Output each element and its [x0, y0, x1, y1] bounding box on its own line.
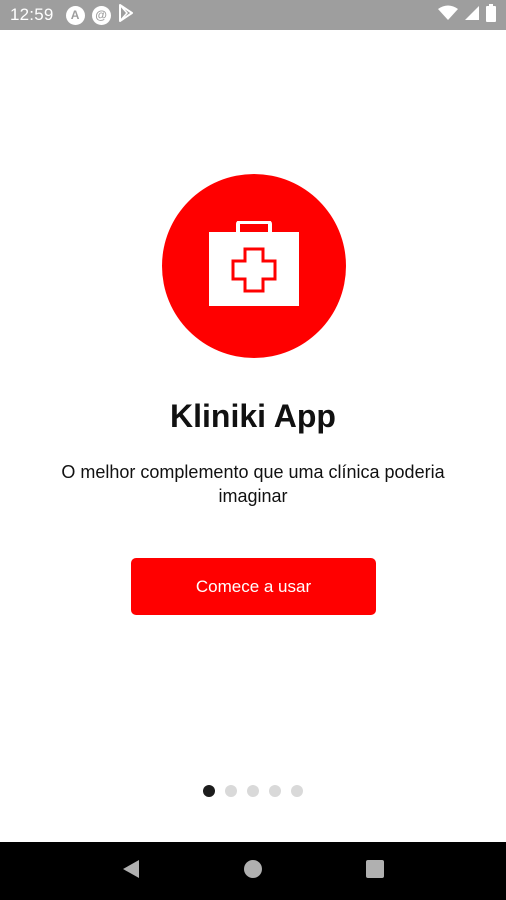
- page-dot-5[interactable]: [291, 785, 303, 797]
- android-notification-icon: A: [65, 5, 85, 25]
- play-store-icon: [118, 3, 134, 27]
- battery-icon: [486, 3, 496, 27]
- page-dot-2[interactable]: [225, 785, 237, 797]
- app-title: Kliniki App: [170, 398, 336, 434]
- onboarding-screen: Kliniki App O melhor complemento que uma…: [0, 30, 506, 842]
- notification-icons: A @: [65, 3, 134, 27]
- app-subtitle: O melhor complemento que uma clínica pod…: [61, 462, 445, 506]
- page-dot-4[interactable]: [269, 785, 281, 797]
- cell-signal-icon: [464, 5, 480, 26]
- page-dot-3[interactable]: [247, 785, 259, 797]
- wifi-icon: [438, 5, 458, 26]
- app-logo: [162, 174, 346, 358]
- start-button[interactable]: Comece a usar: [131, 558, 376, 615]
- system-status-icons: [438, 3, 496, 27]
- medical-kit-icon: [208, 219, 300, 312]
- status-bar: 12:59 A @: [0, 0, 506, 30]
- home-button[interactable]: [233, 851, 273, 891]
- back-button[interactable]: [111, 851, 151, 891]
- recents-icon: [366, 859, 384, 883]
- recents-button[interactable]: [355, 851, 395, 891]
- navigation-bar: [0, 842, 506, 900]
- page-indicator: [0, 785, 506, 797]
- at-sign-notification-icon: @: [91, 5, 111, 25]
- back-icon: [122, 859, 140, 884]
- page-dot-1[interactable]: [203, 785, 215, 797]
- status-time: 12:59: [10, 5, 54, 24]
- home-icon: [243, 859, 263, 884]
